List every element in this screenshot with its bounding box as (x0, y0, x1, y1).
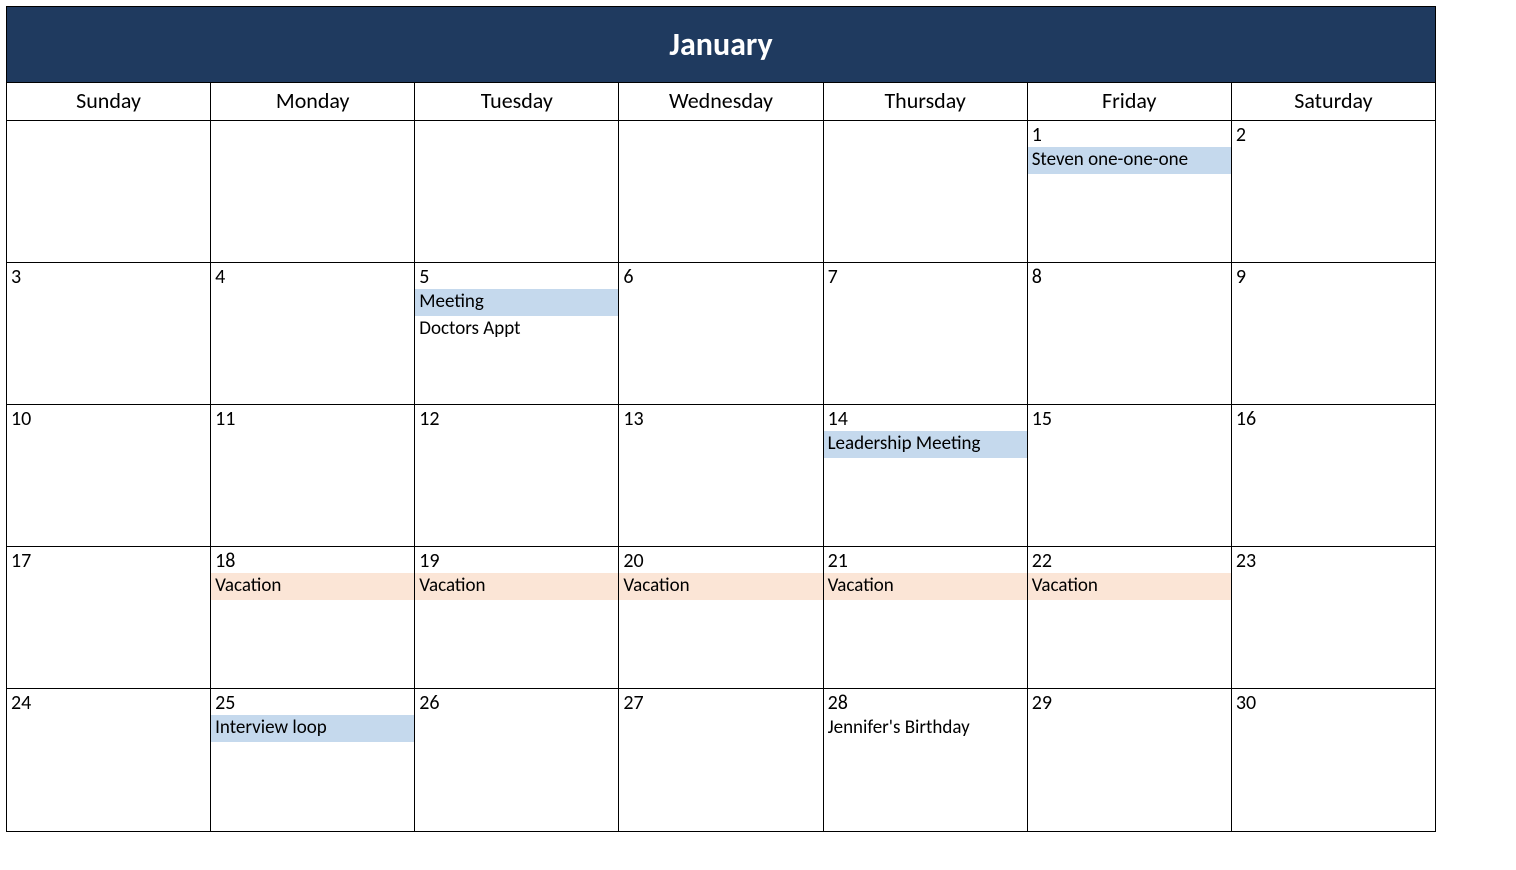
weekday-header: Thursday (824, 83, 1028, 121)
day-number: 17 (7, 547, 210, 573)
day-number: 16 (1232, 405, 1435, 431)
calendar-event[interactable]: Vacation (619, 573, 822, 600)
weekday-header: Friday (1028, 83, 1232, 121)
month-title: January (7, 7, 1435, 83)
day-cell[interactable]: 2 (1232, 121, 1435, 263)
day-cell[interactable]: 9 (1232, 263, 1435, 405)
calendar-event[interactable]: Vacation (211, 573, 414, 600)
day-cell[interactable]: 24 (7, 689, 211, 831)
day-cell[interactable]: 6 (619, 263, 823, 405)
calendar-event[interactable]: Jennifer's Birthday (824, 715, 1027, 742)
week-row: 1011121314Leadership Meeting1516 (7, 405, 1435, 547)
calendar-event[interactable]: Vacation (824, 573, 1027, 600)
day-number: 12 (415, 405, 618, 431)
day-cell[interactable]: 26 (415, 689, 619, 831)
day-cell[interactable]: 7 (824, 263, 1028, 405)
day-cell[interactable]: 17 (7, 547, 211, 689)
day-number: 11 (211, 405, 414, 431)
day-number: 14 (824, 405, 1027, 431)
day-number: 15 (1028, 405, 1231, 431)
day-cell[interactable]: 4 (211, 263, 415, 405)
weekday-header: Saturday (1232, 83, 1435, 121)
day-number: 5 (415, 263, 618, 289)
calendar-event[interactable]: Meeting (415, 289, 618, 316)
day-number: 8 (1028, 263, 1231, 289)
day-cell[interactable]: 13 (619, 405, 823, 547)
day-number: 30 (1232, 689, 1435, 715)
day-cell[interactable] (824, 121, 1028, 263)
weekday-header: Monday (211, 83, 415, 121)
day-cell[interactable]: 21Vacation (824, 547, 1028, 689)
day-cell[interactable]: 16 (1232, 405, 1435, 547)
day-number: 25 (211, 689, 414, 715)
weekday-header: Wednesday (619, 83, 823, 121)
calendar-event[interactable]: Leadership Meeting (824, 431, 1027, 458)
weekday-header-row: Sunday Monday Tuesday Wednesday Thursday… (7, 83, 1435, 121)
weekday-header: Sunday (7, 83, 211, 121)
calendar-event[interactable]: Interview loop (211, 715, 414, 742)
day-number: 27 (619, 689, 822, 715)
day-number: 6 (619, 263, 822, 289)
day-cell[interactable]: 12 (415, 405, 619, 547)
calendar-event[interactable]: Doctors Appt (415, 316, 618, 343)
day-cell[interactable]: 5MeetingDoctors Appt (415, 263, 619, 405)
day-cell[interactable]: 15 (1028, 405, 1232, 547)
week-row: 2425Interview loop262728Jennifer's Birth… (7, 689, 1435, 831)
day-number: 22 (1028, 547, 1231, 573)
day-cell[interactable]: 20Vacation (619, 547, 823, 689)
day-number: 20 (619, 547, 822, 573)
week-row: 1718Vacation19Vacation20Vacation21Vacati… (7, 547, 1435, 689)
day-number: 24 (7, 689, 210, 715)
weekday-header: Tuesday (415, 83, 619, 121)
day-cell[interactable]: 14Leadership Meeting (824, 405, 1028, 547)
day-cell[interactable]: 27 (619, 689, 823, 831)
day-cell[interactable] (415, 121, 619, 263)
day-cell[interactable]: 28Jennifer's Birthday (824, 689, 1028, 831)
day-cell[interactable]: 10 (7, 405, 211, 547)
calendar-event[interactable]: Vacation (415, 573, 618, 600)
day-number: 2 (1232, 121, 1435, 147)
day-number: 4 (211, 263, 414, 289)
day-cell[interactable]: 8 (1028, 263, 1232, 405)
day-cell[interactable]: 22Vacation (1028, 547, 1232, 689)
day-cell[interactable]: 18Vacation (211, 547, 415, 689)
calendar: January Sunday Monday Tuesday Wednesday … (6, 6, 1436, 832)
day-number: 7 (824, 263, 1027, 289)
day-cell[interactable]: 19Vacation (415, 547, 619, 689)
day-number: 10 (7, 405, 210, 431)
day-cell[interactable]: 3 (7, 263, 211, 405)
calendar-event[interactable]: Steven one-one-one (1028, 147, 1231, 174)
week-row: 345MeetingDoctors Appt6789 (7, 263, 1435, 405)
calendar-event[interactable]: Vacation (1028, 573, 1231, 600)
day-number: 18 (211, 547, 414, 573)
day-cell[interactable]: 25Interview loop (211, 689, 415, 831)
day-number: 19 (415, 547, 618, 573)
day-number: 29 (1028, 689, 1231, 715)
day-number: 9 (1232, 263, 1435, 289)
day-cell[interactable] (619, 121, 823, 263)
calendar-body: 1Steven one-one-one2345MeetingDoctors Ap… (7, 121, 1435, 831)
day-cell[interactable]: 11 (211, 405, 415, 547)
day-number: 13 (619, 405, 822, 431)
day-cell[interactable]: 30 (1232, 689, 1435, 831)
day-number: 1 (1028, 121, 1231, 147)
day-cell[interactable]: 23 (1232, 547, 1435, 689)
week-row: 1Steven one-one-one2 (7, 121, 1435, 263)
day-cell[interactable] (7, 121, 211, 263)
day-cell[interactable]: 1Steven one-one-one (1028, 121, 1232, 263)
day-cell[interactable] (211, 121, 415, 263)
day-number: 3 (7, 263, 210, 289)
day-cell[interactable]: 29 (1028, 689, 1232, 831)
day-number: 26 (415, 689, 618, 715)
day-number: 23 (1232, 547, 1435, 573)
day-number: 21 (824, 547, 1027, 573)
day-number: 28 (824, 689, 1027, 715)
